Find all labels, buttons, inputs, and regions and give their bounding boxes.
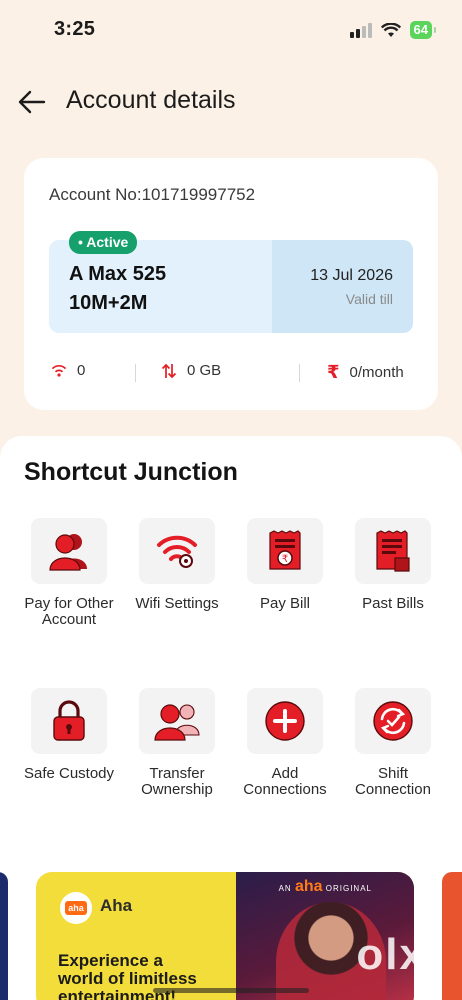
home-indicator[interactable] bbox=[153, 988, 309, 993]
olx-watermark: olx bbox=[356, 930, 426, 979]
label-line1: Transfer bbox=[149, 765, 205, 782]
plan-name: A Max 525 10M+2M bbox=[69, 260, 269, 318]
shortcut-transfer-ownership[interactable]: Transfer Ownership bbox=[123, 688, 231, 798]
shortcut-tile bbox=[139, 688, 215, 754]
divider bbox=[299, 364, 300, 382]
header: Account details bbox=[0, 82, 462, 122]
stat-data-value: 0 GB bbox=[187, 362, 222, 379]
usage-stats: 0 0 GB ₹ 0/month bbox=[49, 362, 413, 386]
bill-rupee-icon: ₹ bbox=[269, 530, 301, 570]
art-caption-brand: aha bbox=[294, 878, 323, 895]
stat-amount: ₹ 0/month bbox=[327, 362, 404, 383]
label-line1: Pay for Other bbox=[24, 595, 114, 612]
shortcut-label: Add Connections bbox=[231, 766, 339, 798]
shortcut-label: Past Bills bbox=[339, 596, 447, 612]
label-line1: Pay Bill bbox=[259, 595, 311, 612]
shortcut-tile bbox=[31, 518, 107, 584]
users-icon bbox=[49, 534, 87, 571]
shortcut-label: Transfer Ownership bbox=[123, 766, 231, 798]
shortcut-tile bbox=[355, 688, 431, 754]
shortcut-pay-bill[interactable]: ₹ Pay Bill bbox=[231, 518, 339, 612]
banner-prev-peek[interactable] bbox=[0, 872, 8, 1000]
art-caption-post: ORIGINAL bbox=[325, 884, 372, 893]
stat-devices: 0 bbox=[51, 362, 85, 379]
label-line1: Shift bbox=[377, 765, 408, 782]
plan-name-line1: A Max 525 bbox=[69, 263, 167, 285]
label-line1: Add bbox=[271, 765, 299, 782]
shortcut-pay-for-other-account[interactable]: Pay for Other Account bbox=[15, 518, 123, 628]
svg-text:₹: ₹ bbox=[282, 554, 288, 565]
art-caption: AN aha ORIGINAL bbox=[279, 878, 372, 896]
stat-amount-value: 0/month bbox=[349, 364, 404, 381]
label-line2: Account bbox=[41, 611, 97, 628]
label-line1: Safe Custody bbox=[23, 765, 115, 782]
shift-circle-icon bbox=[373, 701, 413, 741]
wifi-icon bbox=[51, 364, 67, 377]
shortcut-label: Wifi Settings bbox=[123, 596, 231, 612]
cellular-signal-icon bbox=[349, 23, 372, 38]
stat-data: 0 GB bbox=[161, 362, 221, 379]
battery-indicator: 64 bbox=[409, 21, 437, 39]
status-bar: 3:25 64 bbox=[0, 0, 462, 60]
shortcut-past-bills[interactable]: Past Bills bbox=[339, 518, 447, 612]
shortcut-label: Pay for Other Account bbox=[15, 596, 123, 628]
banner-next-peek[interactable] bbox=[442, 872, 462, 1000]
divider bbox=[135, 364, 136, 382]
stat-devices-value: 0 bbox=[77, 362, 86, 379]
banner-brand: Aha bbox=[100, 896, 133, 915]
back-button[interactable] bbox=[16, 86, 48, 118]
status-badge: • Active bbox=[69, 231, 138, 254]
shortcut-safe-custody[interactable]: Safe Custody bbox=[15, 688, 123, 782]
tagline-line1: Experience a bbox=[58, 951, 163, 970]
shortcut-label: Shift Connection bbox=[339, 766, 447, 798]
wifi-icon bbox=[380, 22, 401, 37]
shortcut-label: Safe Custody bbox=[15, 766, 123, 782]
shortcut-tile bbox=[355, 518, 431, 584]
valid-label: Valid till bbox=[345, 291, 393, 307]
shortcut-tile: ₹ bbox=[247, 518, 323, 584]
page-title: Account details bbox=[66, 86, 236, 114]
aha-logo-text: aha bbox=[65, 901, 87, 915]
up-down-arrows-icon bbox=[161, 363, 177, 378]
label-line1: Past Bills bbox=[362, 595, 424, 612]
validity-panel bbox=[272, 240, 413, 333]
label-line1: Wifi Settings bbox=[135, 595, 219, 612]
past-bills-icon bbox=[376, 530, 410, 572]
lock-icon bbox=[53, 700, 85, 741]
status-time: 3:25 bbox=[54, 18, 96, 40]
art-caption-pre: AN bbox=[278, 884, 292, 893]
shortcut-tile bbox=[247, 688, 323, 754]
status-badge-label: Active bbox=[86, 234, 129, 250]
shortcut-add-connections[interactable]: Add Connections bbox=[231, 688, 339, 798]
section-title: Shortcut Junction bbox=[24, 458, 238, 486]
account-card: Account No:101719997752 A Max 525 10M+2M… bbox=[24, 158, 438, 410]
rupee-icon: ₹ bbox=[327, 362, 340, 382]
status-icons: 64 bbox=[349, 21, 437, 39]
shortcut-shift-connection[interactable]: Shift Connection bbox=[339, 688, 447, 798]
tagline-line2: world of limitless bbox=[58, 969, 197, 988]
label-line2: Ownership bbox=[141, 781, 213, 798]
plus-circle-icon bbox=[265, 701, 305, 741]
shortcut-wifi-settings[interactable]: Wifi Settings bbox=[123, 518, 231, 612]
back-arrow-icon bbox=[18, 90, 46, 114]
transfer-users-icon bbox=[154, 704, 200, 741]
shortcut-tile bbox=[31, 688, 107, 754]
label-line2: Connections bbox=[243, 781, 327, 798]
shortcut-tile bbox=[139, 518, 215, 584]
plan-name-line2: 10M+2M bbox=[69, 292, 148, 314]
aha-logo-icon: aha bbox=[60, 892, 92, 924]
label-line2: Connection bbox=[355, 781, 431, 798]
valid-date: 13 Jul 2026 bbox=[310, 267, 393, 284]
shortcut-label: Pay Bill bbox=[231, 596, 339, 612]
account-number: Account No:101719997752 bbox=[49, 185, 256, 204]
wifi-settings-icon bbox=[157, 535, 197, 568]
